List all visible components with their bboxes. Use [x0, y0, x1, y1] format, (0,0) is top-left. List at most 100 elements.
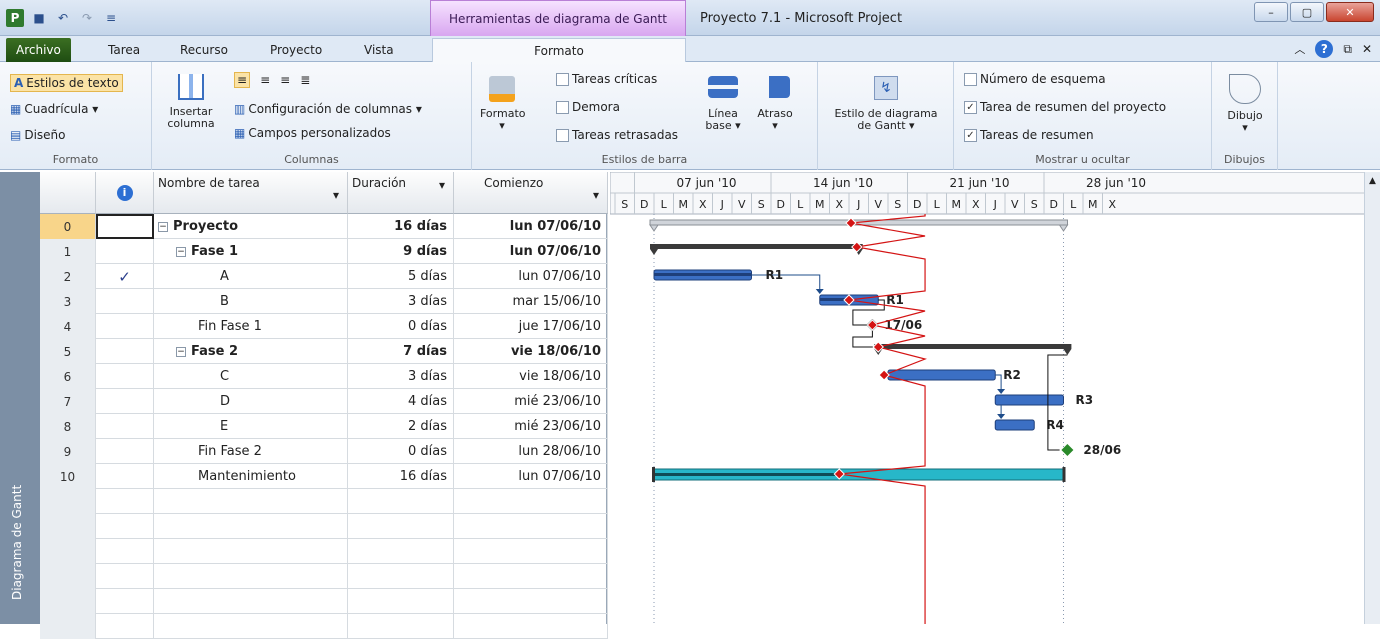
table-row[interactable] [40, 489, 608, 514]
undo-icon[interactable]: ↶ [54, 9, 72, 27]
row-start[interactable] [454, 589, 608, 614]
tab-formato[interactable]: Formato [432, 38, 686, 62]
row-start[interactable]: vie 18/06/10 [454, 364, 608, 389]
row-duration[interactable] [348, 489, 454, 514]
row-name[interactable]: Fin Fase 2 [154, 439, 348, 464]
row-indicator[interactable]: ✓ [96, 264, 154, 289]
row-start[interactable]: mié 23/06/10 [454, 414, 608, 439]
wrap-text-icon[interactable]: ≣ [300, 73, 310, 87]
row-start[interactable]: mié 23/06/10 [454, 389, 608, 414]
insertar-columna-button[interactable]: Insertar columna [166, 74, 216, 130]
row-duration[interactable] [348, 514, 454, 539]
atraso-button[interactable]: Atraso ▾ [752, 76, 798, 132]
demora-checkbox[interactable]: Demora [556, 100, 620, 114]
row-id[interactable]: 9 [40, 439, 96, 464]
row-name[interactable] [154, 589, 348, 614]
row-start[interactable]: lun 07/06/10 [454, 264, 608, 289]
table-row[interactable] [40, 614, 608, 639]
dropdown-icon[interactable]: ▾ [333, 188, 339, 202]
row-start[interactable] [454, 539, 608, 564]
minimize-button[interactable]: – [1254, 2, 1288, 22]
row-duration[interactable]: 5 días [348, 264, 454, 289]
row-start[interactable]: lun 07/06/10 [454, 464, 608, 489]
table-row[interactable]: 1− Fase 19 días lun 07/06/10 [40, 239, 608, 264]
row-duration[interactable] [348, 539, 454, 564]
row-name[interactable]: − Fase 2 [154, 339, 348, 364]
row-indicator[interactable] [96, 489, 154, 514]
row-start[interactable] [454, 614, 608, 639]
config-columnas-button[interactable]: ▥ Configuración de columnas ▾ [234, 102, 422, 116]
collapse-icon[interactable]: − [176, 246, 186, 257]
row-name[interactable]: C [154, 364, 348, 389]
row-id[interactable] [40, 589, 96, 614]
row-id[interactable]: 0 [40, 214, 96, 239]
table-row[interactable] [40, 539, 608, 564]
row-duration[interactable] [348, 614, 454, 639]
row-id[interactable]: 5 [40, 339, 96, 364]
row-name[interactable] [154, 614, 348, 639]
resumen-proyecto-checkbox[interactable]: ✓ Tarea de resumen del proyecto [964, 100, 1166, 114]
row-indicator[interactable] [96, 614, 154, 639]
row-indicator[interactable] [96, 389, 154, 414]
row-duration[interactable]: 16 días [348, 214, 454, 239]
maximize-button[interactable]: ▢ [1290, 2, 1324, 22]
cuadricula-button[interactable]: ▦ Cuadrícula ▾ [10, 102, 98, 116]
row-id[interactable]: 6 [40, 364, 96, 389]
row-name[interactable] [154, 539, 348, 564]
row-duration[interactable]: 9 días [348, 239, 454, 264]
row-name[interactable]: Mantenimiento [154, 464, 348, 489]
vertical-scrollbar[interactable]: ▲ [1364, 172, 1380, 624]
row-duration[interactable]: 0 días [348, 439, 454, 464]
row-id[interactable]: 8 [40, 414, 96, 439]
tab-recurso[interactable]: Recurso [172, 38, 236, 62]
row-duration[interactable]: 7 días [348, 339, 454, 364]
table-row[interactable]: 8 E 2 días mié 23/06/10 [40, 414, 608, 439]
row-id[interactable] [40, 539, 96, 564]
row-id[interactable]: 10 [40, 464, 96, 489]
row-duration[interactable] [348, 589, 454, 614]
row-duration[interactable] [348, 564, 454, 589]
table-row[interactable] [40, 564, 608, 589]
customize-qat-icon[interactable]: ≡ [102, 9, 120, 27]
row-start[interactable] [454, 514, 608, 539]
align-left-icon[interactable]: ≡ [234, 72, 251, 88]
help-icon[interactable]: ? [1315, 40, 1334, 58]
tab-tarea[interactable]: Tarea [100, 38, 148, 62]
estilos-texto-button[interactable]: A Estilos de texto [10, 74, 123, 92]
table-row[interactable]: 5− Fase 27 días vie 18/06/10 [40, 339, 608, 364]
table-row[interactable]: 0− Proyecto 16 días lun 07/06/10 [40, 214, 608, 239]
row-indicator[interactable] [96, 589, 154, 614]
row-indicator[interactable] [96, 364, 154, 389]
table-row[interactable]: 9 Fin Fase 2 0 días lun 28/06/10 [40, 439, 608, 464]
row-start[interactable]: mar 15/06/10 [454, 289, 608, 314]
row-name[interactable] [154, 564, 348, 589]
scroll-up-icon[interactable]: ▲ [1365, 176, 1380, 186]
tareas-retrasadas-checkbox[interactable]: Tareas retrasadas [556, 128, 678, 142]
align-right-icon[interactable]: ≡ [280, 73, 290, 87]
table-row[interactable]: 2 ✓ A 5 días lun 07/06/10 [40, 264, 608, 289]
row-name[interactable]: E [154, 414, 348, 439]
row-id[interactable]: 3 [40, 289, 96, 314]
table-row[interactable] [40, 514, 608, 539]
header-duracion[interactable]: Duración ▾ [348, 172, 454, 214]
row-start[interactable]: jue 17/06/10 [454, 314, 608, 339]
row-name[interactable]: A [154, 264, 348, 289]
row-start[interactable]: lun 28/06/10 [454, 439, 608, 464]
close-button[interactable]: ✕ [1326, 2, 1374, 22]
row-name[interactable]: Fin Fase 1 [154, 314, 348, 339]
estilo-diagrama-gantt-button[interactable]: ↯ Estilo de diagrama de Gantt ▾ [818, 76, 954, 132]
row-indicator[interactable] [96, 339, 154, 364]
header-comienzo[interactable]: Comienzo ▾ [454, 172, 608, 214]
table-row[interactable]: 10 Mantenimiento 16 días lun 07/06/10 [40, 464, 608, 489]
tab-archivo[interactable]: Archivo [6, 38, 71, 62]
row-duration[interactable]: 16 días [348, 464, 454, 489]
tab-proyecto[interactable]: Proyecto [262, 38, 330, 62]
table-row[interactable]: 4 Fin Fase 1 0 días jue 17/06/10 [40, 314, 608, 339]
row-indicator[interactable] [96, 539, 154, 564]
table-row[interactable]: 7 D 4 días mié 23/06/10 [40, 389, 608, 414]
row-indicator[interactable] [96, 564, 154, 589]
row-duration[interactable]: 2 días [348, 414, 454, 439]
row-indicator[interactable] [96, 464, 154, 489]
restore-window-icon[interactable]: ⧉ [1343, 42, 1352, 57]
row-duration[interactable]: 4 días [348, 389, 454, 414]
